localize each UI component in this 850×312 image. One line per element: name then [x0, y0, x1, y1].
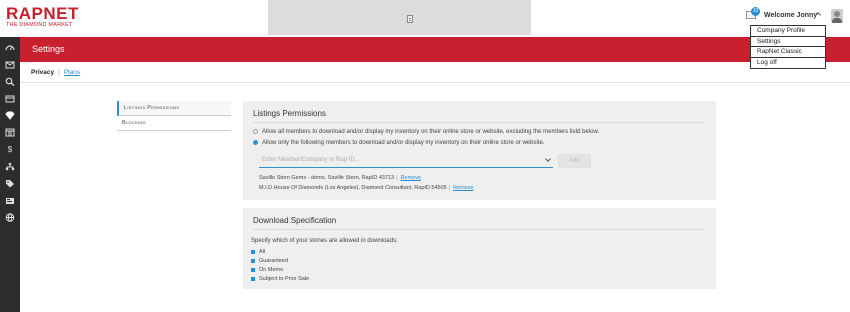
radio-allow-only[interactable]: [253, 140, 258, 145]
tab-plans[interactable]: Plans: [64, 69, 80, 76]
radio-allow-all[interactable]: [253, 129, 258, 134]
page-title-bar: Settings: [20, 37, 850, 62]
logo-text: RAPNET: [6, 4, 79, 23]
member-search-input[interactable]: Enter Member/Company or Rap ID...: [259, 154, 553, 168]
settings-subnav: Privacy | Plans: [31, 69, 80, 76]
banner-placeholder: [268, 0, 531, 35]
search-icon[interactable]: [5, 77, 15, 86]
option-allow-all-label: Allow all members to download and/or dis…: [262, 129, 600, 136]
inventory-icon[interactable]: [5, 94, 15, 103]
notification-count-badge: 10: [751, 7, 760, 16]
checkbox-guaranteed[interactable]: [251, 258, 255, 263]
avatar[interactable]: [831, 9, 843, 23]
tab-blocking[interactable]: Blocking: [117, 116, 231, 131]
option-allow-only[interactable]: Allow only the following members to down…: [253, 140, 544, 146]
sidebar: $: [0, 37, 20, 312]
user-menu-dropdown: Company Profile Settings RapNet Classic …: [750, 25, 826, 69]
separator: |: [448, 185, 451, 191]
divider: [20, 82, 850, 83]
option-allow-all[interactable]: Allow all members to download and/or dis…: [253, 129, 599, 135]
dollar-icon[interactable]: $: [5, 145, 15, 154]
panel-title: Download Specification: [253, 216, 337, 225]
divider: [253, 122, 706, 123]
add-member-button[interactable]: Add: [558, 154, 591, 168]
option-all[interactable]: All: [251, 249, 265, 255]
list-item: Saville Stern Gems - demo, Saville Stern…: [259, 175, 421, 181]
dashboard-icon[interactable]: [5, 43, 15, 52]
remove-member-link[interactable]: Remove: [401, 175, 421, 181]
menu-item-rapnet-classic[interactable]: RapNet Classic: [751, 47, 825, 58]
subnav-separator: |: [58, 69, 60, 76]
option-subject-to-prior-sale[interactable]: Subject to Prior Sale: [251, 276, 309, 282]
tab-privacy[interactable]: Privacy: [31, 69, 54, 76]
card-icon[interactable]: [5, 196, 15, 205]
member-search-placeholder: Enter Member/Company or Rap ID...: [262, 157, 360, 163]
separator: |: [396, 175, 398, 181]
checkbox-all[interactable]: [251, 249, 255, 254]
top-header: RAPNET THE DIAMOND MARKET 10 Welcome Jon…: [0, 0, 850, 37]
document-icon: [407, 15, 413, 23]
rapnet-logo[interactable]: RAPNET THE DIAMOND MARKET: [6, 4, 79, 29]
remove-member-link[interactable]: Remove: [453, 185, 473, 191]
member-name: M.I.D House Of Diamonds (Los Angeles), D…: [259, 185, 447, 191]
welcome-user-label[interactable]: Welcome Jonny: [764, 12, 817, 19]
mail-icon[interactable]: [5, 60, 15, 69]
diamond-icon[interactable]: [5, 111, 15, 120]
network-icon[interactable]: [5, 162, 15, 171]
option-on-memo[interactable]: On Memo: [251, 267, 283, 273]
calendar-icon[interactable]: [5, 128, 15, 137]
menu-item-company-profile[interactable]: Company Profile: [751, 26, 825, 37]
download-specification-panel: Download Specification Specify which of …: [243, 208, 716, 289]
page-title: Settings: [32, 44, 65, 54]
option-label: Subject to Prior Sale: [259, 276, 310, 282]
chevron-down-icon[interactable]: [545, 156, 551, 162]
globe-icon[interactable]: [5, 213, 15, 222]
tag-icon[interactable]: [5, 179, 15, 188]
menu-item-settings[interactable]: Settings: [751, 37, 825, 47]
listings-permissions-panel: Listings Permissions Allow all members t…: [243, 101, 716, 200]
option-guaranteed[interactable]: Guaranteed: [251, 258, 288, 264]
option-label: Guaranteed: [259, 258, 289, 264]
option-label: On Memo: [259, 267, 284, 273]
checkbox-on-memo[interactable]: [251, 267, 255, 272]
panel-title: Listings Permissions: [253, 109, 326, 118]
option-label: All: [259, 249, 266, 255]
logo-tagline: THE DIAMOND MARKET: [6, 22, 73, 28]
download-spec-intro: Specify which of your stones are allowed…: [251, 238, 398, 244]
member-name: Saville Stern Gems - demo, Saville Stern…: [259, 175, 395, 181]
option-allow-only-label: Allow only the following members to down…: [262, 140, 545, 147]
tab-listings-permissions[interactable]: Listings Permissions: [117, 101, 231, 116]
checkbox-subject-to-prior-sale[interactable]: [251, 276, 255, 281]
list-item: M.I.D House Of Diamonds (Los Angeles), D…: [259, 185, 474, 191]
privacy-tabs: Listings Permissions Blocking: [117, 101, 231, 131]
menu-item-log-off[interactable]: Log off: [751, 58, 825, 69]
divider: [253, 229, 706, 230]
